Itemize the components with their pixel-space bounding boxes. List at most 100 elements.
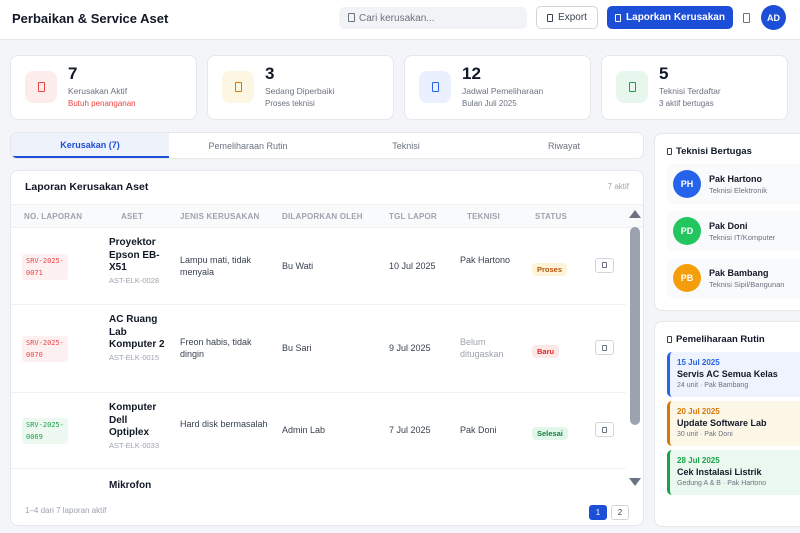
table-row[interactable]: SRV-2025-0069 Komputer Dell Optiplex AST-E… <box>11 393 626 469</box>
stat-subtext: Butuh penanganan <box>68 99 136 108</box>
col-tanggal: TGL LAPOR <box>389 212 437 221</box>
active-count: 7 aktif <box>607 182 629 191</box>
report-number: SRV-2025-0071 <box>22 253 68 280</box>
section-tabs: Kerusakan (7) Pemeliharaan Rutin Teknisi… <box>10 132 644 159</box>
report-date: 9 Jul 2025 <box>389 343 431 353</box>
maintenance-title: Pemeliharaan Rutin <box>667 334 765 345</box>
reported-by: Admin Lab <box>282 425 326 435</box>
search-input[interactable] <box>359 10 519 26</box>
report-damage-button[interactable]: Laporkan Kerusakan <box>607 6 733 29</box>
page-title: Perbaikan & Service Aset <box>12 11 169 26</box>
technician-role: Teknisi Sipil/Bangunan <box>709 280 785 289</box>
search-box[interactable] <box>339 7 527 29</box>
reported-by: Bu Wati <box>282 260 314 271</box>
maintenance-date: 28 Jul 2025 <box>677 456 720 465</box>
technician-name: Pak Hartono <box>460 254 511 265</box>
row-action-button[interactable] <box>595 257 614 273</box>
scroll-down-arrow[interactable] <box>629 478 641 486</box>
export-button[interactable]: Export <box>536 6 598 29</box>
row-action-button[interactable] <box>595 340 614 355</box>
damage-type: Hard disk bermasalah <box>180 419 268 429</box>
table-row[interactable]: Mikrofon <box>11 469 626 490</box>
stat-subtext: Proses teknisi <box>265 99 315 108</box>
stat-icon-box <box>616 71 648 103</box>
report-damage-label: Laporkan Kerusakan <box>626 12 725 23</box>
col-status: STATUS <box>535 212 568 221</box>
maintenance-meta: 30 unit · Pak Doni <box>677 431 733 438</box>
page-1-button[interactable]: 1 <box>589 505 607 520</box>
reported-by: Bu Sari <box>282 343 312 353</box>
asset-name: Proyektor Epson EB-X51 <box>109 237 160 273</box>
maintenance-meta: 24 unit · Pak Bambang <box>677 382 749 389</box>
plus-icon <box>615 13 622 22</box>
table-header: NO. LAPORAN ASET JENIS KERUSAKAN DILAPOR… <box>11 204 643 228</box>
tab-kerusakan[interactable]: Kerusakan (7) <box>11 133 169 158</box>
col-no: NO. LAPORAN <box>24 212 83 221</box>
col-teknisi: TEKNISI <box>467 212 500 221</box>
stat-value: 5 <box>659 64 669 83</box>
pagination: 1 2 <box>589 505 629 520</box>
maintenance-panel: Pemeliharaan Rutin 15 Jul 2025 Servis AC … <box>654 321 800 527</box>
technician-name: Pak Bambang <box>709 268 769 278</box>
technician-name: Belum ditugaskan <box>460 337 504 359</box>
report-number: SRV-2025-0070 <box>22 336 68 362</box>
technician-role: Teknisi Elektronik <box>709 186 767 195</box>
col-jenis: JENIS KERUSAKAN <box>180 212 260 221</box>
calendar-icon <box>431 82 439 92</box>
maintenance-date: 20 Jul 2025 <box>677 407 720 416</box>
asset-name: AC Ruang Lab Komputer 2 <box>109 314 165 350</box>
asset-code: AST-ELK-0028 <box>109 275 160 285</box>
scrollbar-thumb[interactable] <box>630 227 640 425</box>
tab-teknisi[interactable]: Teknisi <box>327 133 485 158</box>
stat-label: Sedang Diperbaiki <box>265 86 335 96</box>
edit-icon <box>602 262 607 268</box>
stat-in-repair: 3 Sedang Diperbaiki Proses teknisi <box>207 55 394 120</box>
report-number: SRV-2025-0069 <box>22 418 68 444</box>
report-date: 10 Jul 2025 <box>389 260 436 271</box>
scroll-up-arrow[interactable] <box>629 210 641 218</box>
maintenance-date: 15 Jul 2025 <box>677 358 720 367</box>
technician-card[interactable]: PH Pak Hartono Teknisi Elektronik <box>667 164 800 204</box>
table-row[interactable]: SRV-2025-0070 AC Ruang Lab Komputer 2 AST-… <box>11 305 626 393</box>
page-2-button[interactable]: 2 <box>611 505 629 520</box>
asset-name: Komputer Dell Optiplex <box>109 402 157 438</box>
technician-avatar: PB <box>673 264 701 292</box>
tab-pemeliharaan[interactable]: Pemeliharaan Rutin <box>169 133 327 158</box>
stat-label: Kerusakan Aktif <box>68 86 128 96</box>
maintenance-item[interactable]: 20 Jul 2025 Update Software Lab 30 unit · … <box>667 401 800 446</box>
bell-icon[interactable] <box>743 13 750 23</box>
stat-technicians: 5 Teknisi Terdaftar 3 aktif bertugas <box>601 55 788 120</box>
stat-label: Teknisi Terdaftar <box>659 86 721 96</box>
technician-role: Teknisi IT/Komputer <box>709 233 776 242</box>
col-pelapor: DILAPORKAN OLEH <box>282 212 363 221</box>
maintenance-item[interactable]: 28 Jul 2025 Cek Instalasi Listrik Gedung A… <box>667 450 800 495</box>
status-badge: Baru <box>532 345 560 358</box>
technician-name: Pak Doni <box>460 425 497 435</box>
table-row[interactable]: SRV-2025-0071 Proyektor Epson EB-X51 AST-E… <box>11 228 626 305</box>
calendar-icon <box>667 336 672 343</box>
user-avatar[interactable]: AD <box>761 5 786 30</box>
tab-riwayat[interactable]: Riwayat <box>485 133 643 158</box>
stat-subtext: 3 aktif bertugas <box>659 99 714 108</box>
technician-card[interactable]: PB Pak Bambang Teknisi Sipil/Bangunan <box>667 258 800 298</box>
maintenance-meta: Gedung A & B · Pak Hartono <box>677 480 767 487</box>
export-label: Export <box>558 12 587 23</box>
maintenance-title: Servis AC Semua Kelas <box>677 369 778 379</box>
stat-value: 3 <box>265 64 275 83</box>
user-icon <box>628 82 636 92</box>
stat-label: Jadwal Pemeliharaan <box>462 86 544 96</box>
damage-type: Lampu mati, tidak menyala <box>180 254 252 277</box>
maintenance-title: Update Software Lab <box>677 418 767 428</box>
report-date: 7 Jul 2025 <box>389 425 431 435</box>
maintenance-title-text: Pemeliharaan Rutin <box>676 334 765 345</box>
top-bar: Perbaikan & Service Aset Export Laporkan… <box>0 0 800 40</box>
technician-card[interactable]: PD Pak Doni Teknisi IT/Komputer <box>667 211 800 251</box>
maintenance-item[interactable]: 15 Jul 2025 Servis AC Semua Kelas 24 unit … <box>667 352 800 397</box>
damage-type: Freon habis, tidak dingin <box>180 337 252 359</box>
download-icon <box>547 13 554 22</box>
stat-active-damage: 7 Kerusakan Aktif Butuh penanganan <box>10 55 197 120</box>
row-action-button[interactable] <box>595 422 614 437</box>
technician-avatar: PD <box>673 217 701 245</box>
stat-icon-box <box>25 71 57 103</box>
technicians-title-text: Teknisi Bertugas <box>676 146 752 157</box>
